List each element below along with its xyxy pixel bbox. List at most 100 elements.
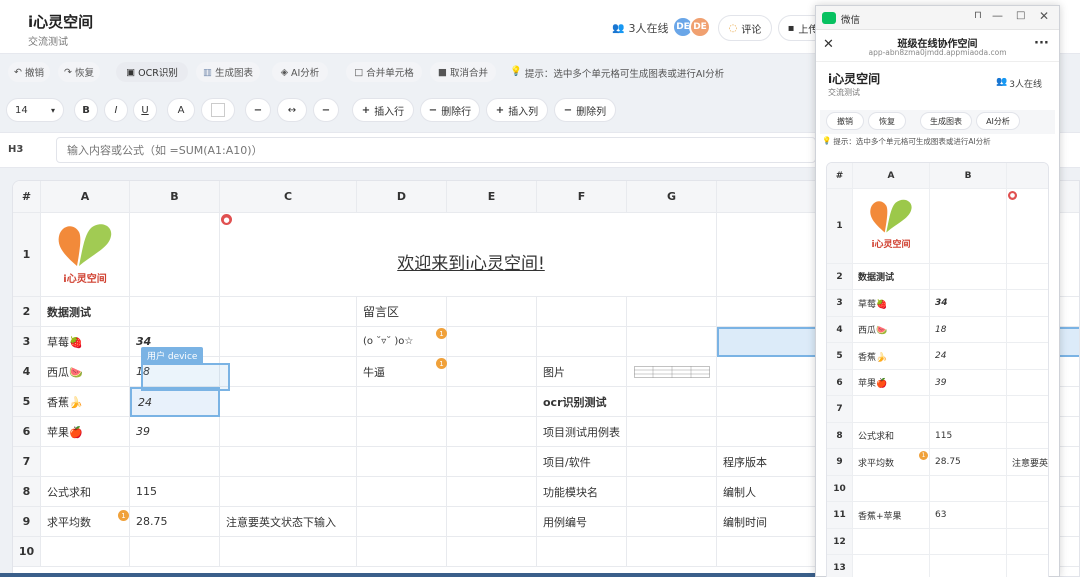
width-button[interactable]: ↔ (277, 98, 307, 122)
ocr-button[interactable]: ▣ OCR识别 (116, 62, 188, 82)
mini-cell-a4[interactable]: 西瓜🍉 (853, 317, 930, 343)
delete-row-button[interactable]: − 删除行 (420, 98, 480, 122)
more-icon[interactable]: ··· (1034, 36, 1049, 51)
mini-chart-button[interactable]: 生成图表 (920, 112, 972, 130)
cell-b10[interactable] (130, 537, 220, 567)
cell-d10[interactable] (357, 537, 447, 567)
cell-c8[interactable] (220, 477, 357, 507)
mini-redo-button[interactable]: 恢复 (868, 112, 906, 130)
mini-cell-c6[interactable] (1007, 370, 1048, 396)
cell-e6[interactable] (447, 417, 537, 447)
cell-e8[interactable] (447, 477, 537, 507)
mini-cell-a6[interactable]: 苹果🍎 (853, 370, 930, 396)
cell-g2[interactable] (627, 297, 717, 327)
column-header-a[interactable]: A (41, 181, 130, 213)
cell-a2[interactable]: 数据测试 (41, 297, 130, 327)
cell-b9[interactable]: 28.75 (130, 507, 220, 537)
cell-f9[interactable]: 用例编号 (537, 507, 627, 537)
shrink-button[interactable]: − (313, 98, 339, 122)
cell-c5[interactable] (220, 387, 357, 417)
row-header[interactable]: 10 (13, 537, 41, 567)
ai-analysis-button[interactable]: ◈ AI分析 (272, 62, 328, 82)
mini-row-header[interactable]: 10 (827, 476, 853, 502)
cell-e2[interactable] (447, 297, 537, 327)
mini-cell-c11[interactable] (1007, 502, 1048, 529)
cell-b8[interactable]: 115 (130, 477, 220, 507)
cell-g10[interactable] (627, 537, 717, 567)
cell-d2[interactable]: 留言区 (357, 297, 447, 327)
row-header[interactable]: 4 (13, 357, 41, 387)
decrease-button[interactable]: − (245, 98, 271, 122)
comment-badge[interactable]: 1 (436, 328, 447, 339)
mini-cell-b1[interactable] (930, 189, 1007, 264)
mini-row-header[interactable]: 11 (827, 502, 853, 529)
mini-row-header[interactable]: 8 (827, 423, 853, 449)
mini-row-header[interactable]: 9 (827, 449, 853, 476)
mini-cell-b13[interactable] (930, 555, 1007, 577)
mini-cell-b8[interactable]: 115 (930, 423, 1007, 449)
cell-b5-selected[interactable]: 24 (130, 387, 220, 417)
cell-g4-image[interactable] (627, 357, 717, 387)
row-header[interactable]: 6 (13, 417, 41, 447)
mini-row-header[interactable]: 13 (827, 555, 853, 577)
font-color-button[interactable]: A (167, 98, 195, 122)
mini-cell-c3[interactable] (1007, 290, 1048, 317)
undo-button[interactable]: ↶ 撤销 (8, 62, 50, 82)
cell-c6[interactable] (220, 417, 357, 447)
cell-a3[interactable]: 草莓🍓 (41, 327, 130, 357)
close-window-icon[interactable]: ✕ (1039, 9, 1049, 23)
minimize-icon[interactable]: — (992, 9, 1003, 22)
mini-row-header[interactable]: 7 (827, 396, 853, 423)
font-size-select[interactable]: 14 ▾ (6, 98, 64, 122)
cell-c1-banner[interactable]: 欢迎来到i心灵空间! (220, 213, 717, 297)
cell-e4[interactable] (447, 357, 537, 387)
cell-b7[interactable] (130, 447, 220, 477)
underline-button[interactable]: U (133, 98, 157, 122)
mini-cell-c12[interactable] (1007, 529, 1048, 555)
mini-col-a[interactable]: A (853, 163, 930, 189)
cell-a9[interactable]: 求平均数 (41, 507, 130, 537)
cell-a7[interactable] (41, 447, 130, 477)
cell-c7[interactable] (220, 447, 357, 477)
bold-button[interactable]: B (74, 98, 98, 122)
cell-b2[interactable] (130, 297, 220, 327)
row-header[interactable]: 7 (13, 447, 41, 477)
cell-g9[interactable] (627, 507, 717, 537)
comment-button[interactable]: ◌ 评论 (718, 15, 772, 41)
mini-cell-c5[interactable] (1007, 343, 1048, 370)
cell-c10[interactable] (220, 537, 357, 567)
mini-row-header[interactable]: 12 (827, 529, 853, 555)
cell-d8[interactable] (357, 477, 447, 507)
cell-a1-logo[interactable]: i心灵空间 (41, 213, 130, 297)
mini-cell-b3[interactable]: 34 (930, 290, 1007, 317)
fill-color-button[interactable] (201, 98, 235, 122)
mini-row-header[interactable]: 3 (827, 290, 853, 317)
mini-cell-b11[interactable]: 63 (930, 502, 1007, 529)
cell-e5[interactable] (447, 387, 537, 417)
mini-undo-button[interactable]: 撤销 (826, 112, 864, 130)
mini-cell-b9[interactable]: 28.75 (930, 449, 1007, 476)
cell-f7[interactable]: 项目/软件 (537, 447, 627, 477)
cell-f5[interactable]: ocr识别测试 (537, 387, 627, 417)
cell-e3[interactable] (447, 327, 537, 357)
mini-cell-c4[interactable] (1007, 317, 1048, 343)
mini-row-header[interactable]: 2 (827, 264, 853, 290)
cell-a6[interactable]: 苹果🍎 (41, 417, 130, 447)
row-header[interactable]: 5 (13, 387, 41, 417)
cell-g8[interactable] (627, 477, 717, 507)
mini-cell-a5[interactable]: 香蕉🍌 (853, 343, 930, 370)
cell-d9[interactable] (357, 507, 447, 537)
mini-cell-b7[interactable] (930, 396, 1007, 423)
comment-badge[interactable]: 1 (118, 510, 129, 521)
cell-c9[interactable]: 注意要英文状态下输入 (220, 507, 357, 537)
mini-cell-a8[interactable]: 公式求和 (853, 423, 930, 449)
mini-cell-c10[interactable] (1007, 476, 1048, 502)
cell-f10[interactable] (537, 537, 627, 567)
cell-g6[interactable] (627, 417, 717, 447)
insert-row-button[interactable]: + 插入行 (352, 98, 414, 122)
mini-cell-a2[interactable]: 数据测试 (853, 264, 930, 290)
row-header[interactable]: 9 (13, 507, 41, 537)
mini-cell-a1-logo[interactable]: i心灵空间 (853, 189, 930, 264)
cell-f2[interactable] (537, 297, 627, 327)
mini-cell-c13[interactable] (1007, 555, 1048, 577)
